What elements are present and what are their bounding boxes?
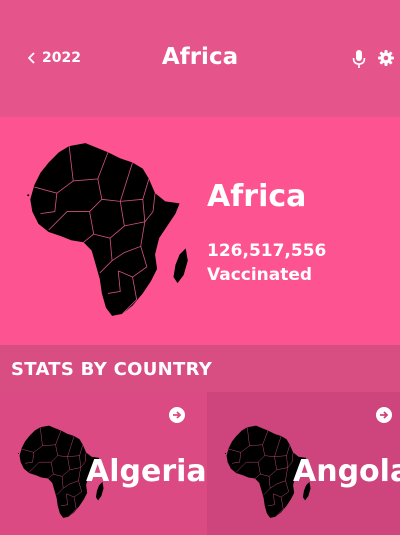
country-card-algeria[interactable]: Algeria <box>0 392 207 535</box>
header-bar: 2022 Africa <box>0 0 400 117</box>
africa-map-image <box>26 142 189 317</box>
page-title: Africa <box>161 44 239 70</box>
country-name: Angola <box>293 454 400 489</box>
microphone-icon[interactable] <box>352 50 366 68</box>
vaccinated-label: Vaccinated <box>207 265 313 285</box>
gear-icon[interactable] <box>378 50 394 66</box>
arrow-right-circle-icon[interactable] <box>169 407 185 423</box>
section-title: STATS BY COUNTRY <box>11 359 213 380</box>
region-summary: Africa 126,517,556 Vaccinated <box>0 117 400 345</box>
country-name: Algeria <box>86 454 207 489</box>
country-card-angola[interactable]: Angola <box>207 392 400 535</box>
vaccinated-count: 126,517,556 <box>207 241 327 261</box>
stats-section: STATS BY COUNTRY Algeria Angola <box>0 345 400 535</box>
region-name: Africa <box>207 179 307 214</box>
arrow-right-circle-icon[interactable] <box>376 407 392 423</box>
